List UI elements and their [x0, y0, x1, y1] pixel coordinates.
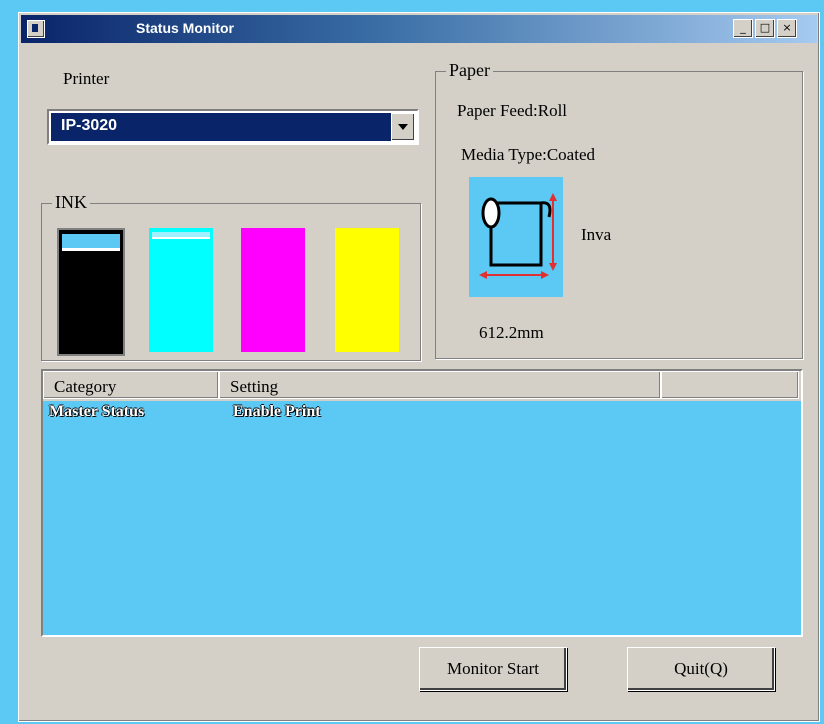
ink-magenta — [241, 228, 305, 352]
quit-button[interactable]: Quit(Q) — [627, 647, 775, 691]
chevron-down-icon[interactable] — [391, 113, 415, 141]
table-cell-category: Master Status — [49, 403, 145, 420]
ink-yellow — [335, 228, 399, 352]
media-type-text: Media Type:Coated — [461, 145, 595, 164]
ink-level-indicator — [62, 234, 120, 251]
table-header: Category Setting — [43, 371, 801, 401]
monitor-start-button[interactable]: Monitor Start — [419, 647, 567, 691]
ink-group-title: INK — [52, 192, 90, 213]
paper-group-title: Paper — [446, 60, 493, 81]
status-table[interactable]: Category Setting Master Status Enable Pr… — [41, 369, 803, 637]
window-title: Status Monitor — [136, 20, 234, 36]
paper-feed-text: Paper Feed:Roll — [457, 101, 568, 120]
app-icon[interactable] — [27, 20, 45, 38]
table-row[interactable]: Master Status Enable Print — [43, 403, 801, 425]
column-header-setting[interactable]: Setting — [219, 371, 661, 399]
table-cell-setting: Enable Print — [233, 403, 321, 420]
minimize-button[interactable]: _ — [733, 19, 753, 38]
paper-length-text: 612.2mm — [479, 323, 544, 342]
ink-level-indicator — [152, 232, 210, 239]
paper-status-text: Inva — [581, 225, 612, 244]
column-header-empty[interactable] — [661, 371, 799, 399]
status-monitor-window: Status Monitor _ □ × Printer IP-3020 INK… — [18, 12, 820, 722]
roll-paper-icon — [469, 177, 563, 297]
maximize-button[interactable]: □ — [755, 19, 775, 38]
printer-label: Printer — [63, 69, 110, 88]
title-bar[interactable]: Status Monitor _ □ × — [21, 15, 817, 43]
column-header-category[interactable]: Category — [43, 371, 219, 399]
ink-cyan — [149, 228, 213, 352]
close-button[interactable]: × — [777, 19, 797, 38]
printer-select-value: IP-3020 — [51, 113, 391, 141]
printer-select[interactable]: IP-3020 — [47, 109, 419, 145]
ink-black — [57, 228, 125, 356]
